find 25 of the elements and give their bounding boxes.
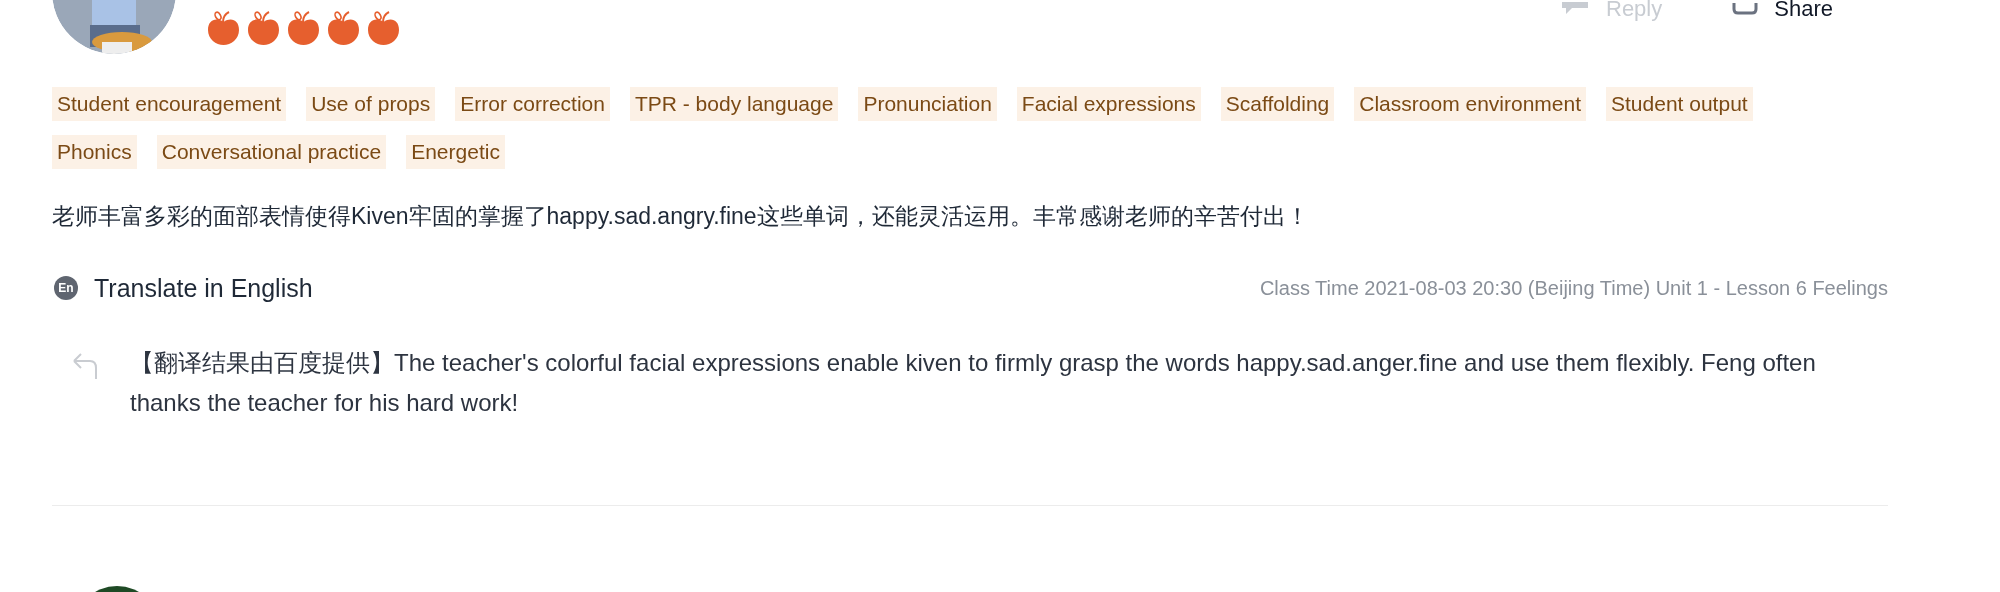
tag: TPR - body language <box>629 87 839 121</box>
apple-icon <box>246 10 281 46</box>
translated-comment: 【翻译结果由百度提供】The teacher's colorful facial expressions enable kiven to firmly grasp the words happy.sad.anger.fine and use them flexibly. Feng often thanks the teacher for his hard work! <box>130 348 1817 418</box>
apple-icon <box>206 10 241 46</box>
tag: Facial expressions <box>1016 87 1201 121</box>
speech-bubble-icon <box>1560 1 1590 16</box>
share-button[interactable]: Share <box>1732 0 1833 25</box>
language-badge: En <box>54 276 78 301</box>
tag: Classroom environment <box>1354 87 1587 121</box>
apple-icon <box>326 10 361 46</box>
tag: Phonics <box>52 135 137 169</box>
tag: Error correction <box>455 87 610 121</box>
tag: Pronunciation <box>858 87 997 121</box>
apple-icon <box>286 10 321 46</box>
review-comment: 老师丰富多彩的面部表情使得Kiven牢固的掌握了happy.sad.angry.fine这些单词，还能灵活运用。丰常感谢老师的辛苦付出！ <box>52 202 1310 231</box>
share-icon <box>1732 2 1759 15</box>
translate-link[interactable]: Translate in English <box>94 269 313 307</box>
tag: Student encouragement <box>52 87 287 121</box>
tag: Energetic <box>406 135 505 169</box>
apple-icon <box>366 10 401 46</box>
class-time: Class Time 2021-08-03 20:30 (Beijing Time) Unit 1 - Lesson 6 Feelings <box>1259 276 1888 302</box>
tag: Scaffolding <box>1220 87 1335 121</box>
tag: Conversational practice <box>156 135 387 169</box>
tag: Use of props <box>306 87 436 121</box>
tag: Student output <box>1606 87 1753 121</box>
